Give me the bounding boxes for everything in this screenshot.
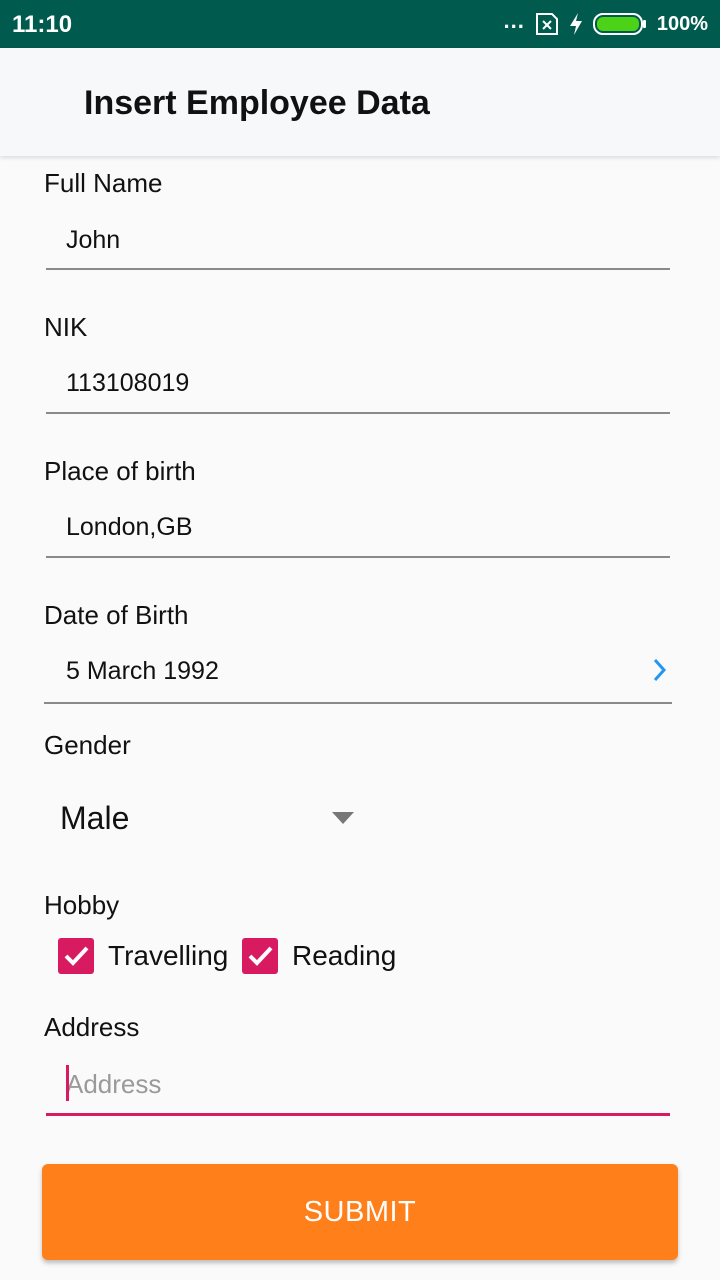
place-of-birth-label: Place of birth [44, 456, 196, 486]
date-of-birth-field[interactable]: 5 March 1992 [66, 657, 219, 686]
text-cursor [66, 1065, 69, 1101]
nik-label: NIK [44, 312, 88, 342]
full-name-underline [46, 268, 670, 270]
address-input[interactable] [66, 1062, 666, 1106]
submit-button[interactable]: SUBMIT [42, 1164, 678, 1260]
battery-icon [592, 12, 647, 36]
checkmark-icon [248, 946, 273, 966]
full-name-label: Full Name [44, 168, 163, 198]
travelling-checkbox[interactable] [58, 938, 94, 974]
address-label: Address [44, 1012, 140, 1042]
status-time: 11:10 [12, 11, 73, 38]
nik-underline [46, 412, 670, 414]
more-notifications-icon: ... [503, 8, 525, 33]
checkmark-icon [64, 946, 89, 966]
charging-bolt-icon [569, 13, 583, 35]
page-title: Insert Employee Data [84, 84, 430, 122]
chevron-right-icon[interactable] [650, 657, 670, 683]
place-of-birth-underline [46, 556, 670, 558]
full-name-field[interactable]: John [66, 226, 120, 255]
nik-field[interactable]: 113108019 [66, 369, 189, 398]
battery-percent: 100% [656, 12, 708, 35]
address-underline [46, 1113, 670, 1116]
place-of-birth-field[interactable]: London,GB [66, 513, 193, 542]
travelling-label[interactable]: Travelling [108, 940, 228, 972]
dropdown-arrow-icon[interactable] [332, 812, 354, 824]
status-icons: ... 100% [503, 8, 708, 38]
reading-checkbox[interactable] [242, 938, 278, 974]
reading-label[interactable]: Reading [292, 940, 396, 972]
date-of-birth-label: Date of Birth [44, 600, 189, 630]
gender-label: Gender [44, 730, 131, 760]
date-of-birth-underline [44, 702, 672, 704]
status-bar: 11:10 ... 100% [0, 0, 720, 48]
gender-select[interactable]: Male [60, 800, 129, 837]
no-sim-icon [535, 13, 559, 35]
app-bar: Insert Employee Data [0, 48, 720, 156]
hobby-label: Hobby [44, 890, 120, 920]
